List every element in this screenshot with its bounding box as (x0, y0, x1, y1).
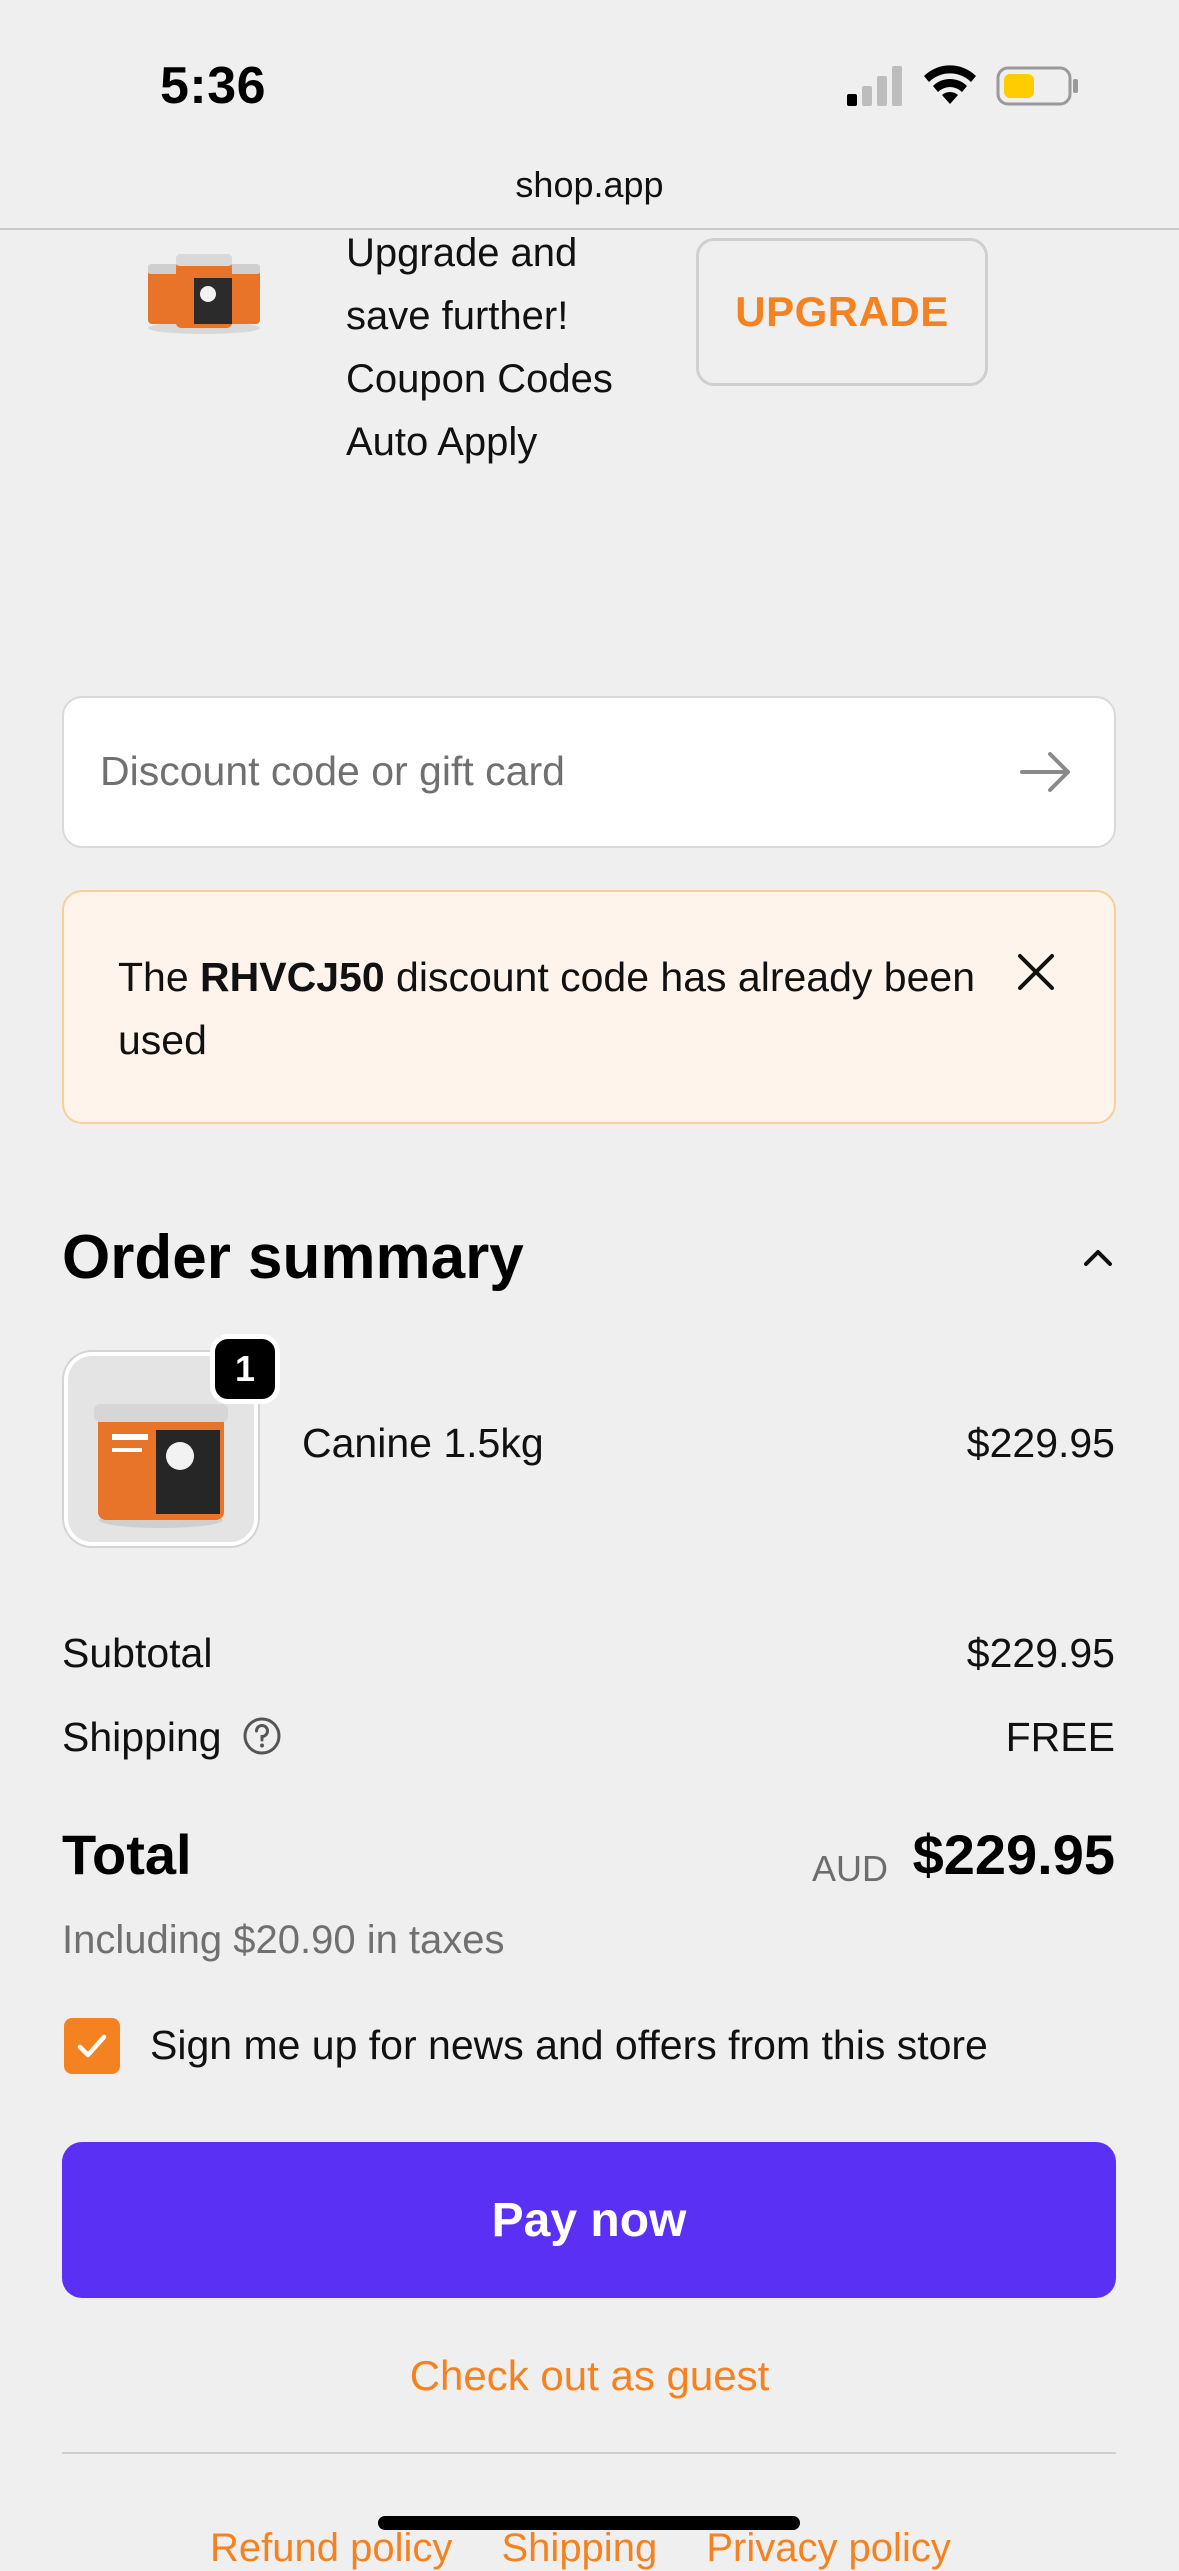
address-bar[interactable]: shop.app (0, 150, 1179, 230)
discount-code-field[interactable]: Discount code or gift card (62, 696, 1116, 848)
arrow-right-icon[interactable] (1018, 744, 1074, 800)
newsletter-label[interactable]: Sign me up for news and offers from this… (150, 2022, 988, 2069)
alert-prefix: The (118, 954, 201, 1000)
shipping-label: Shipping (62, 1714, 222, 1760)
status-bar: 5:36 (0, 0, 1179, 160)
checkmark-icon (77, 2034, 107, 2058)
help-circle-icon[interactable] (242, 1716, 282, 1756)
order-summary-title: Order summary (62, 1223, 524, 1292)
close-icon[interactable] (1014, 950, 1058, 994)
battery-icon (996, 66, 1078, 106)
subtotal-label: Subtotal (62, 1630, 213, 1676)
chevron-up-icon[interactable] (1080, 1242, 1116, 1272)
upsell-message: Upgrade and save further! Coupon Codes A… (346, 231, 613, 464)
total-currency: AUD (812, 1848, 889, 1889)
discount-code-placeholder: Discount code or gift card (100, 748, 565, 794)
product-bundle-image (148, 254, 260, 334)
shipping-policy-link[interactable]: Shipping (502, 2526, 658, 2570)
pay-now-button[interactable]: Pay now (62, 2142, 1116, 2298)
status-time: 5:36 (160, 57, 267, 115)
checkout-as-guest-link[interactable]: Check out as guest (0, 2352, 1179, 2400)
newsletter-checkbox[interactable] (64, 2018, 120, 2074)
discount-error-alert: The RHVCJ50 discount code has already be… (62, 890, 1116, 1124)
upgrade-button[interactable]: UPGRADE (696, 238, 988, 386)
privacy-policy-link[interactable]: Privacy policy (706, 2526, 951, 2570)
subtotal-value: $229.95 (966, 1630, 1115, 1676)
refund-policy-link[interactable]: Refund policy (210, 2526, 452, 2570)
taxes-note: Including $20.90 in taxes (62, 1918, 505, 1962)
quantity-badge: 1 (210, 1334, 280, 1404)
alert-message: The RHVCJ50 discount code has already be… (118, 946, 978, 1072)
divider (62, 2452, 1116, 2454)
shipping-value: FREE (1005, 1714, 1115, 1760)
total-value: $229.95 (912, 1823, 1115, 1886)
url-text: shop.app (515, 164, 664, 205)
product-name: Canine 1.5kg (302, 1420, 544, 1466)
cellular-signal-icon (847, 66, 902, 106)
total-label: Total (62, 1823, 192, 1886)
home-indicator[interactable] (378, 2516, 800, 2530)
wifi-icon (924, 65, 976, 104)
footer-links: Refund policy Shipping Privacy policy (210, 2526, 989, 2571)
product-price: $229.95 (966, 1420, 1115, 1466)
discount-code: RHVCJ50 (200, 954, 385, 1000)
